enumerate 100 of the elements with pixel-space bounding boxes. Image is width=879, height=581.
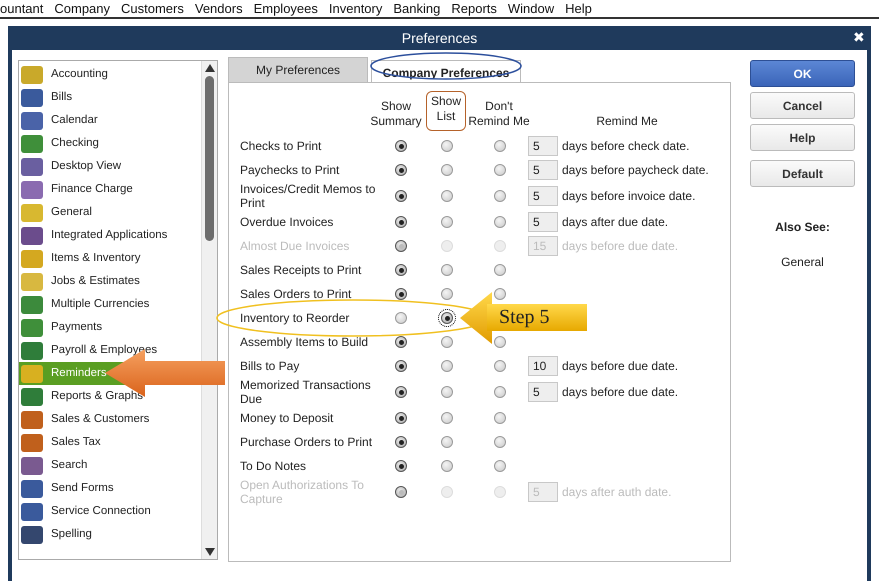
sidebar-item[interactable]: Checking [19, 132, 201, 155]
column-header: Don't Remind Me [467, 99, 531, 130]
reminder-note: days after due date. [562, 214, 668, 231]
menu-item[interactable]: Reports [451, 0, 497, 18]
menu-item[interactable]: ountant [0, 0, 44, 18]
column-header: Remind Me [595, 114, 659, 130]
radio-button[interactable] [441, 436, 453, 448]
sidebar-item[interactable]: Jobs & Estimates [19, 270, 201, 293]
radio-button[interactable] [441, 386, 453, 398]
reminder-label: Purchase Orders to Print [240, 435, 374, 449]
radio-button[interactable] [441, 140, 453, 152]
sidebar-item[interactable]: Payments [19, 316, 201, 339]
reminder-label: Bills to Pay [240, 359, 300, 373]
radio-button[interactable] [395, 386, 407, 398]
reminder-note: days before invoice date. [562, 188, 696, 205]
dialog-button[interactable]: Cancel [750, 92, 855, 119]
sidebar-item[interactable]: Sales Tax [19, 431, 201, 454]
days-field[interactable]: 10 [528, 356, 558, 376]
dialog-button[interactable]: Help [750, 124, 855, 151]
scroll-thumb[interactable] [205, 76, 214, 241]
scrollbar[interactable] [201, 61, 217, 559]
radio-button[interactable] [395, 412, 407, 424]
column-header: Show List [426, 91, 466, 131]
radio-button[interactable] [441, 336, 453, 348]
menu-item[interactable]: Vendors [194, 0, 243, 18]
reminder-note: days before due date. [562, 384, 678, 401]
radio-button[interactable] [441, 360, 453, 372]
radio-button[interactable] [441, 264, 453, 276]
radio-button[interactable] [395, 436, 407, 448]
menu-item[interactable]: Company [54, 0, 110, 18]
radio-button[interactable] [395, 460, 407, 472]
radio-button[interactable] [494, 336, 506, 348]
dialog-button[interactable]: Default [750, 160, 855, 187]
reminder-label: Invoices/Credit Memos to Print [240, 182, 376, 210]
sidebar-item[interactable]: Spelling [19, 523, 201, 546]
radio-button[interactable] [494, 216, 506, 228]
radio-button[interactable] [494, 460, 506, 472]
menu-item[interactable]: Inventory [328, 0, 382, 18]
radio-button[interactable] [395, 216, 407, 228]
sidebar-item[interactable]: Service Connection [19, 500, 201, 523]
radio-button[interactable] [395, 190, 407, 202]
window-title: Preferences [402, 28, 478, 48]
column-header: Show Summary [369, 99, 423, 130]
radio-button[interactable] [494, 436, 506, 448]
radio-button[interactable] [494, 288, 506, 300]
radio-button[interactable] [441, 460, 453, 472]
sidebar-item[interactable]: Desktop View [19, 155, 201, 178]
reminder-note: days before paycheck date. [562, 162, 709, 179]
dialog-button[interactable]: OK [750, 60, 855, 87]
radio-button[interactable] [441, 288, 453, 300]
days-field[interactable]: 5 [528, 136, 558, 156]
radio-button[interactable] [494, 360, 506, 372]
radio-button[interactable] [395, 336, 407, 348]
sidebar-item[interactable]: General [19, 201, 201, 224]
radio-button[interactable] [441, 190, 453, 202]
sidebar-item[interactable]: Reports & Graphs [19, 385, 201, 408]
radio-button[interactable] [494, 164, 506, 176]
radio-button[interactable] [395, 312, 407, 324]
days-field[interactable]: 5 [528, 160, 558, 180]
radio-button[interactable] [441, 412, 453, 424]
menu-item[interactable]: Banking [393, 0, 440, 18]
scroll-up-icon[interactable] [204, 64, 214, 72]
sidebar-item[interactable]: Calendar [19, 109, 201, 132]
radio-button[interactable] [441, 312, 453, 324]
sidebar-item[interactable]: Finance Charge [19, 178, 201, 201]
close-button[interactable]: ✖ [851, 29, 867, 45]
radio-button[interactable] [494, 412, 506, 424]
sidebar-item[interactable]: Sales & Customers [19, 408, 201, 431]
days-field[interactable]: 5 [528, 382, 558, 402]
sidebar-item[interactable]: Payroll & Employees [19, 339, 201, 362]
radio-button[interactable] [395, 140, 407, 152]
menu-item[interactable]: Customers [121, 0, 184, 18]
radio-button[interactable] [494, 264, 506, 276]
sidebar-item[interactable]: Bills [19, 86, 201, 109]
radio-button[interactable] [441, 216, 453, 228]
menu-item[interactable]: Help [565, 0, 592, 18]
radio-button[interactable] [494, 386, 506, 398]
sidebar-item[interactable]: Send Forms [19, 477, 201, 500]
radio-button[interactable] [395, 360, 407, 372]
days-field[interactable]: 5 [528, 186, 558, 206]
reminder-note: days before due date. [562, 238, 678, 255]
sidebar-item[interactable]: Multiple Currencies [19, 293, 201, 316]
also-see-link[interactable]: General [750, 253, 855, 271]
sidebar-item[interactable]: Items & Inventory [19, 247, 201, 270]
scroll-down-icon[interactable] [204, 548, 214, 556]
reminder-note: days before due date. [562, 358, 678, 375]
radio-button[interactable] [494, 190, 506, 202]
radio-button[interactable] [395, 164, 407, 176]
menu-item[interactable]: Employees [254, 0, 318, 18]
sidebar-item[interactable]: Accounting [19, 63, 201, 86]
radio-button[interactable] [441, 164, 453, 176]
sidebar-item[interactable]: Integrated Applications [19, 224, 201, 247]
tab[interactable]: My Preferences [228, 57, 368, 82]
radio-button[interactable] [494, 140, 506, 152]
menu-item[interactable]: Window [508, 0, 554, 18]
radio-button[interactable] [395, 288, 407, 300]
radio-button[interactable] [395, 264, 407, 276]
days-field[interactable]: 5 [528, 212, 558, 232]
sidebar-item[interactable]: Search [19, 454, 201, 477]
reminder-label: Open Authorizations To Capture [240, 478, 365, 506]
